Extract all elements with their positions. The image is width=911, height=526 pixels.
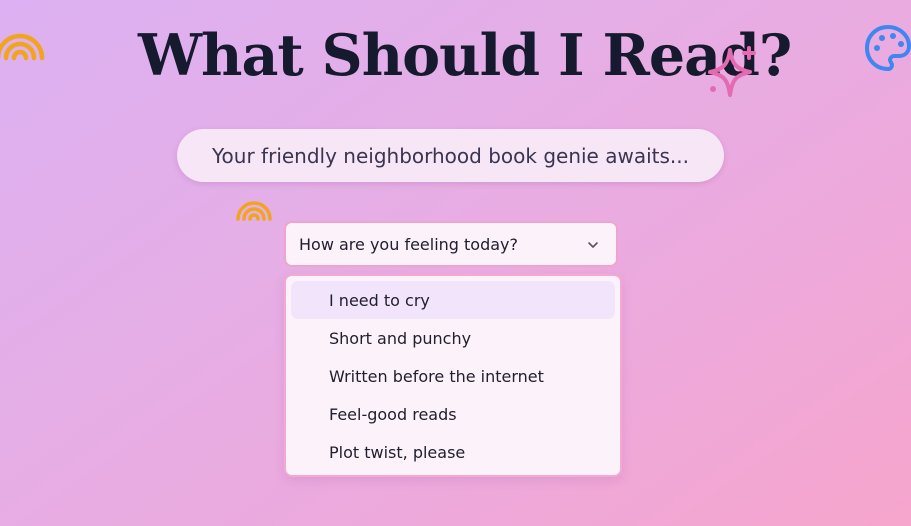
rainbow-icon: [0, 33, 45, 61]
chevron-down-icon: [588, 242, 598, 248]
mood-select-placeholder: How are you feeling today?: [299, 234, 519, 254]
page-title: What Should I Read?: [138, 22, 792, 89]
mood-options-list: I need to cry Short and punchy Written b…: [284, 274, 622, 477]
rainbow-icon: [236, 201, 272, 221]
mood-option[interactable]: Short and punchy: [291, 319, 615, 357]
mood-option[interactable]: Feel-good reads: [291, 395, 615, 433]
mood-option[interactable]: I need to cry: [291, 281, 615, 319]
sparkle-icon: [708, 46, 756, 97]
subtitle-banner: Your friendly neighborhood book genie aw…: [177, 129, 724, 182]
palette-icon: [865, 25, 911, 71]
mood-select[interactable]: How are you feeling today?: [284, 221, 618, 267]
mood-option[interactable]: Written before the internet: [291, 357, 615, 395]
mood-option[interactable]: Plot twist, please: [291, 433, 615, 471]
